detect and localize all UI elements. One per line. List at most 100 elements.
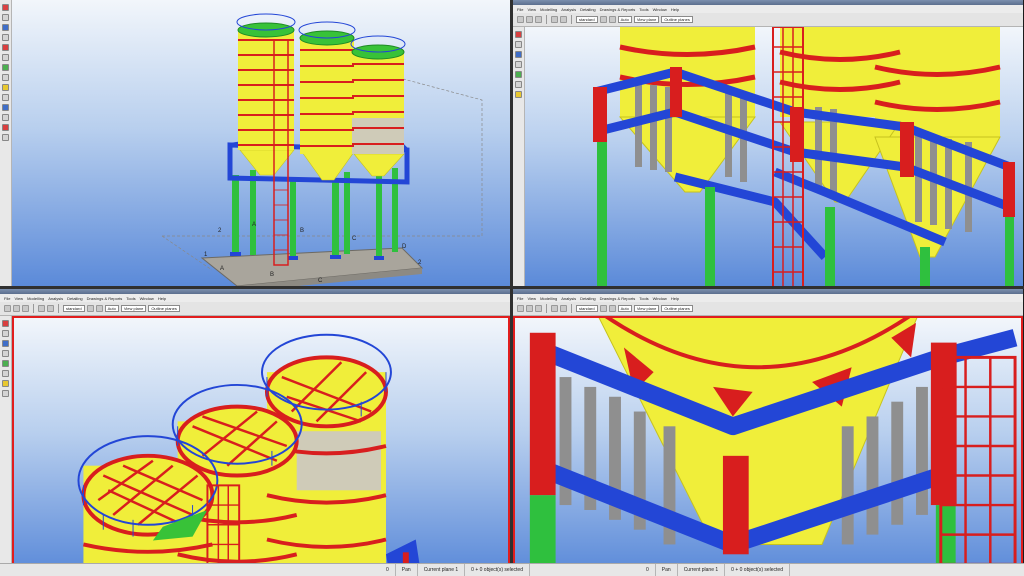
plate-tool-icon[interactable] xyxy=(515,61,522,68)
column-tool-icon[interactable] xyxy=(2,330,9,337)
model-view-hopper-frame[interactable] xyxy=(525,27,1023,286)
beam-tool-icon[interactable] xyxy=(2,340,9,347)
menu-file[interactable]: File xyxy=(4,296,10,301)
new-model-icon[interactable] xyxy=(517,16,524,23)
menu-tools[interactable]: Tools xyxy=(639,296,648,301)
selection-filter-icon[interactable] xyxy=(599,305,607,312)
redo-icon[interactable] xyxy=(560,16,567,23)
view-filter-select[interactable]: standard xyxy=(576,16,598,23)
menu-help[interactable]: Help xyxy=(671,296,679,301)
menu-help[interactable]: Help xyxy=(671,7,679,12)
selection-filter-icon[interactable] xyxy=(599,16,607,23)
menu-detailing[interactable]: Detailing xyxy=(67,296,83,301)
open-model-icon[interactable] xyxy=(526,305,533,312)
open-model-icon[interactable] xyxy=(526,16,533,23)
menu-help[interactable]: Help xyxy=(158,296,166,301)
model-view-3d-overview[interactable]: A B C D 1 2 A B C 2 xyxy=(12,0,510,286)
cut-tool-icon[interactable] xyxy=(2,390,9,397)
menu-file[interactable]: File xyxy=(517,7,523,12)
save-model-icon[interactable] xyxy=(535,16,542,23)
component-tool-icon[interactable] xyxy=(2,64,9,71)
viewport-pane-top-right[interactable]: File View Modelling Analysis Detailing D… xyxy=(513,0,1023,286)
snap-settings-icon[interactable] xyxy=(95,305,103,312)
menu-detailing[interactable]: Detailing xyxy=(580,296,596,301)
plate-tool-icon[interactable] xyxy=(2,350,9,357)
undo-icon[interactable] xyxy=(551,16,558,23)
plane-select[interactable]: View plane xyxy=(120,305,147,312)
outline-planes-select[interactable]: Outline planes xyxy=(661,305,693,312)
menu-window[interactable]: Window xyxy=(140,296,154,301)
menu-view[interactable]: View xyxy=(527,7,536,12)
bolt-tool-icon[interactable] xyxy=(2,54,9,61)
properties-tool-icon[interactable] xyxy=(2,134,9,141)
menu-modelling[interactable]: Modelling xyxy=(540,296,557,301)
snap-settings-icon[interactable] xyxy=(608,16,616,23)
redo-icon[interactable] xyxy=(47,305,54,312)
pointer-tool-icon[interactable] xyxy=(2,320,9,327)
grid-tool-icon[interactable] xyxy=(2,370,9,377)
plate-tool-icon[interactable] xyxy=(2,34,9,41)
selection-filter-icon[interactable] xyxy=(86,305,94,312)
viewport-pane-bottom-left[interactable]: File View Modelling Analysis Detailing D… xyxy=(0,289,510,575)
menu-modelling[interactable]: Modelling xyxy=(540,7,557,12)
undo-icon[interactable] xyxy=(551,305,558,312)
menu-bar: File View Modelling Analysis Detailing D… xyxy=(513,294,1023,302)
outline-planes-select[interactable]: Outline planes xyxy=(148,305,180,312)
beam-tool-icon[interactable] xyxy=(2,24,9,31)
measure-tool-icon[interactable] xyxy=(515,91,522,98)
measure-tool-icon[interactable] xyxy=(2,380,9,387)
view-filter-select[interactable]: standard xyxy=(63,305,85,312)
model-view-silo-roofs[interactable] xyxy=(12,316,510,575)
component-tool-icon[interactable] xyxy=(515,71,522,78)
component-tool-icon[interactable] xyxy=(2,360,9,367)
save-model-icon[interactable] xyxy=(22,305,29,312)
grid-tool-icon[interactable] xyxy=(2,74,9,81)
outline-planes-select[interactable]: Outline planes xyxy=(661,16,693,23)
menu-drawings-reports[interactable]: Drawings & Reports xyxy=(600,7,636,12)
menu-detailing[interactable]: Detailing xyxy=(580,7,596,12)
new-model-icon[interactable] xyxy=(4,305,11,312)
menu-tools[interactable]: Tools xyxy=(639,7,648,12)
column-tool-icon[interactable] xyxy=(2,14,9,21)
snap-mode-select[interactable]: Auto xyxy=(104,305,119,312)
menu-analysis[interactable]: Analysis xyxy=(561,296,576,301)
beam-tool-icon[interactable] xyxy=(515,51,522,58)
grid-label-c-lower: C xyxy=(318,278,323,284)
view-tool-icon[interactable] xyxy=(2,104,9,111)
menu-view[interactable]: View xyxy=(14,296,23,301)
pane-divider-vertical[interactable] xyxy=(510,0,513,563)
menu-modelling[interactable]: Modelling xyxy=(27,296,44,301)
view-filter-select[interactable]: standard xyxy=(576,305,598,312)
plane-select[interactable]: View plane xyxy=(633,16,660,23)
undo-icon[interactable] xyxy=(38,305,45,312)
menu-view[interactable]: View xyxy=(527,296,536,301)
model-view-hopper-closeup[interactable] xyxy=(513,316,1023,575)
menu-tools[interactable]: Tools xyxy=(126,296,135,301)
menu-analysis[interactable]: Analysis xyxy=(48,296,63,301)
menu-file[interactable]: File xyxy=(517,296,523,301)
open-model-icon[interactable] xyxy=(13,305,20,312)
snap-mode-select[interactable]: Auto xyxy=(617,16,632,23)
weld-tool-icon[interactable] xyxy=(2,44,9,51)
redo-icon[interactable] xyxy=(560,305,567,312)
viewport-pane-bottom-right[interactable]: File View Modelling Analysis Detailing D… xyxy=(513,289,1023,575)
column-tool-icon[interactable] xyxy=(515,41,522,48)
menu-drawings-reports[interactable]: Drawings & Reports xyxy=(87,296,123,301)
pointer-tool-icon[interactable] xyxy=(2,4,9,11)
viewport-pane-top-left[interactable]: A B C D 1 2 A B C 2 xyxy=(0,0,510,286)
clip-tool-icon[interactable] xyxy=(2,114,9,121)
menu-drawings-reports[interactable]: Drawings & Reports xyxy=(600,296,636,301)
cut-tool-icon[interactable] xyxy=(2,94,9,101)
menu-analysis[interactable]: Analysis xyxy=(561,7,576,12)
grid-tool-icon[interactable] xyxy=(515,81,522,88)
menu-window[interactable]: Window xyxy=(653,7,667,12)
new-model-icon[interactable] xyxy=(517,305,524,312)
delete-tool-icon[interactable] xyxy=(2,124,9,131)
pointer-tool-icon[interactable] xyxy=(515,31,522,38)
save-model-icon[interactable] xyxy=(535,305,542,312)
snap-settings-icon[interactable] xyxy=(608,305,616,312)
plane-select[interactable]: View plane xyxy=(633,305,660,312)
snap-mode-select[interactable]: Auto xyxy=(617,305,632,312)
measure-tool-icon[interactable] xyxy=(2,84,9,91)
menu-window[interactable]: Window xyxy=(653,296,667,301)
